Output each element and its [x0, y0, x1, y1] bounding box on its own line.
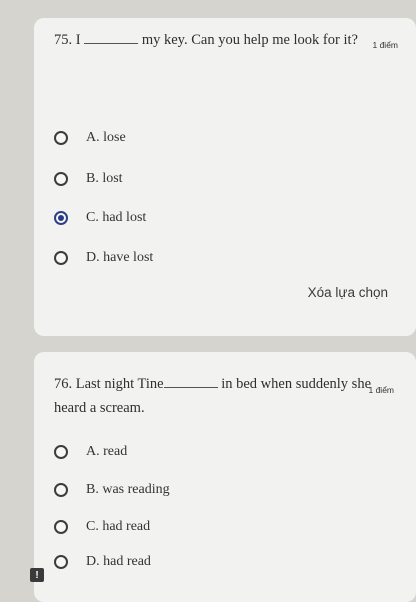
- radio-icon[interactable]: [54, 483, 68, 497]
- option-label: C. had lost: [86, 210, 147, 225]
- option-label: C. had read: [86, 519, 151, 534]
- points-label: 1 điểm: [368, 385, 394, 395]
- option-label: A. read: [86, 444, 128, 459]
- option-d[interactable]: D. had read: [54, 551, 151, 573]
- question-number: 76.: [54, 376, 73, 392]
- option-b[interactable]: B. was reading: [54, 479, 170, 501]
- radio-checked-icon[interactable]: [54, 211, 68, 225]
- alert-icon: !: [30, 568, 44, 582]
- question-text: 76. Last night Tine in bed when suddenly…: [54, 372, 404, 420]
- option-label: D. had read: [86, 554, 151, 569]
- question-text-before: Last night Tine: [75, 376, 164, 392]
- points-label: 1 điểm: [372, 40, 398, 50]
- radio-icon[interactable]: [54, 251, 68, 265]
- answer-blank: [163, 372, 218, 388]
- answer-blank: [84, 28, 139, 44]
- question-card-76: 76. Last night Tine in bed when suddenly…: [34, 352, 416, 602]
- option-a[interactable]: A. lose: [54, 127, 126, 149]
- question-card-75: 75. I my key. Can you help me look for i…: [34, 18, 416, 336]
- option-d[interactable]: D. have lost: [54, 247, 153, 269]
- radio-icon[interactable]: [54, 445, 68, 459]
- question-text: 75. I my key. Can you help me look for i…: [54, 28, 404, 52]
- question-text-after: my key. Can you help me look for it?: [141, 32, 358, 48]
- option-c[interactable]: C. had lost: [54, 207, 146, 229]
- option-label: D. have lost: [86, 250, 154, 265]
- question-number: 75.: [54, 32, 73, 48]
- radio-icon[interactable]: [54, 555, 68, 569]
- option-label: A. lose: [86, 130, 126, 145]
- option-a[interactable]: A. read: [54, 441, 127, 463]
- option-b[interactable]: B. lost: [54, 168, 123, 190]
- option-c[interactable]: C. had read: [54, 516, 150, 538]
- radio-icon[interactable]: [54, 520, 68, 534]
- question-text-before: I: [75, 32, 81, 48]
- radio-icon[interactable]: [54, 172, 68, 186]
- clear-selection-button[interactable]: Xóa lựa chọn: [308, 285, 388, 300]
- option-label: B. was reading: [86, 482, 170, 497]
- radio-icon[interactable]: [54, 131, 68, 145]
- option-label: B. lost: [86, 171, 123, 186]
